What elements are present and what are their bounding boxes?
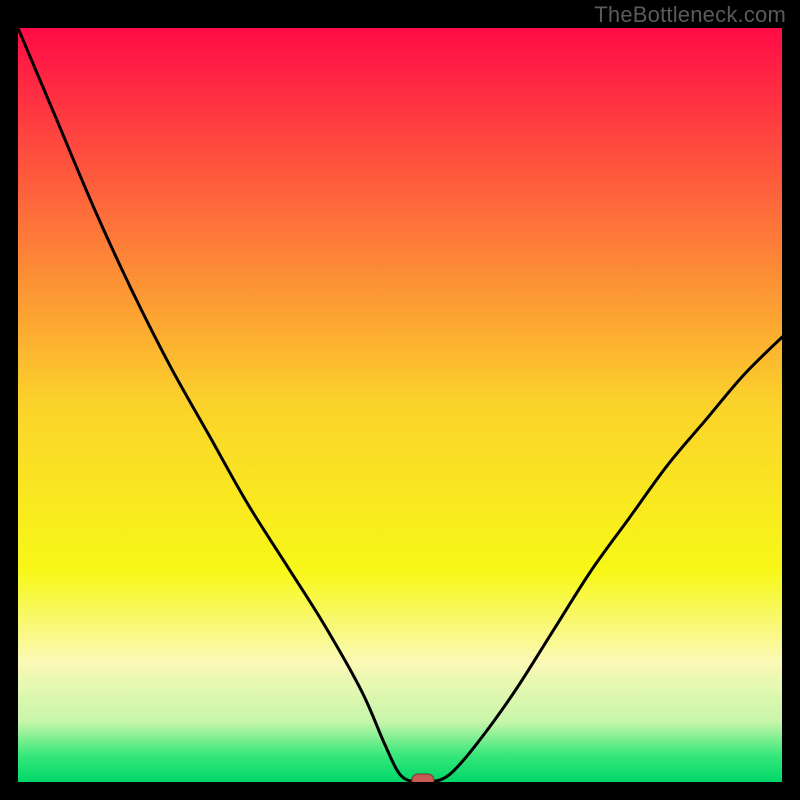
minimum-marker [412,774,434,782]
gradient-background [18,28,782,782]
bottleneck-chart [18,28,782,782]
watermark-text: TheBottleneck.com [594,2,786,28]
chart-frame: TheBottleneck.com [0,0,800,800]
